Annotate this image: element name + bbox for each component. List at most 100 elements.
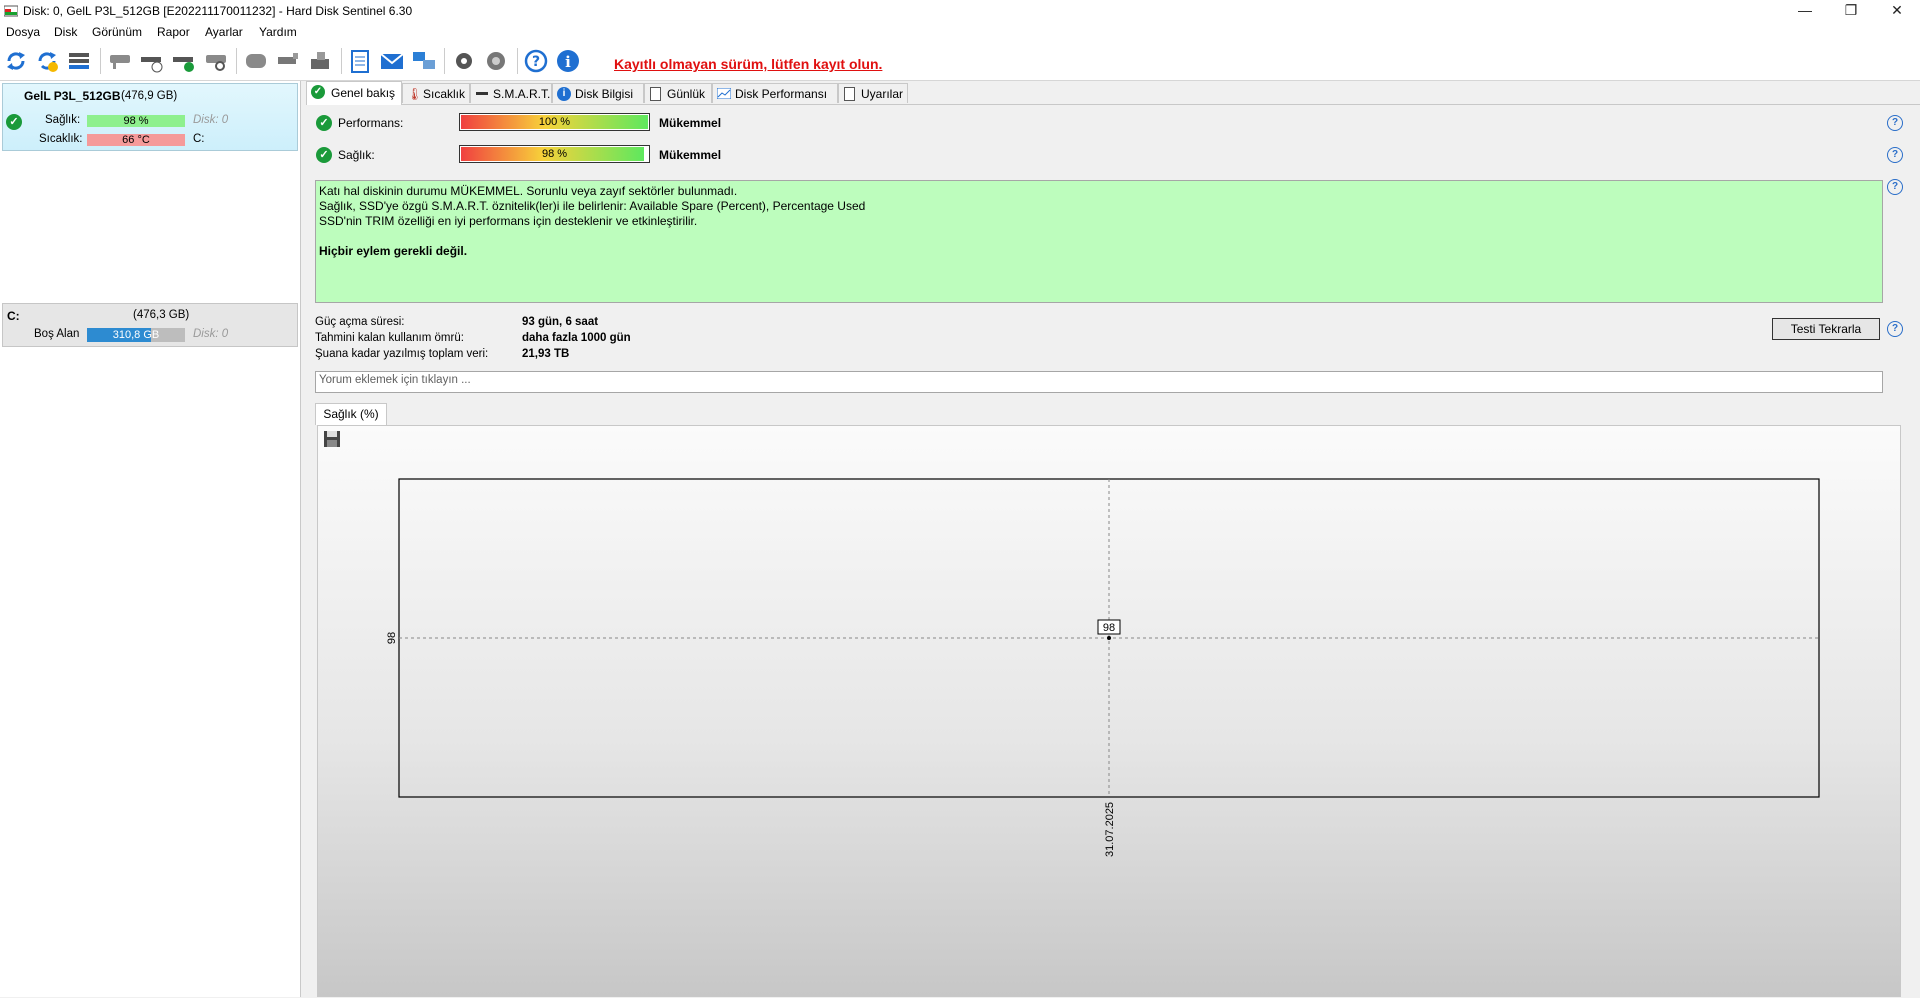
data-label: 98 (1103, 622, 1115, 634)
lifetime-value: daha fazla 1000 gün (522, 332, 631, 344)
disk-health-bar: 98 % (87, 115, 185, 127)
tab-bar: ✓ Genel bakış 🌡 Sıcaklık S.M.A.R.T. i Di… (306, 81, 1920, 105)
performance-label: Performans: (338, 116, 404, 130)
tab-log-label: Günlük (667, 87, 706, 101)
menu-file[interactable]: Dosya (6, 25, 40, 39)
performance-chart-icon (717, 88, 731, 99)
volume-size: (476,3 GB) (133, 309, 190, 321)
volume-disk-number: Disk: 0 (193, 328, 229, 340)
retest-help-icon[interactable]: ? (1887, 321, 1903, 337)
written-label: Şuana kadar yazılmış toplam veri: (315, 348, 489, 360)
smart-icon (476, 92, 488, 95)
toolbar: ? i Kayıtlı olmayan sürüm, lütfen kayıt … (0, 42, 1920, 81)
comment-input[interactable]: Yorum eklemek için tıklayın ... (315, 371, 1883, 393)
main-panel: ✓ Genel bakış 🌡 Sıcaklık S.M.A.R.T. i Di… (306, 81, 1920, 997)
free-space-label: Boş Alan (34, 328, 80, 340)
menu-view[interactable]: Görünüm (92, 25, 142, 39)
disk-health-label: Sağlık: (45, 114, 81, 126)
disk-card[interactable]: GelL P3L_512GB (476,9 GB) ✓ Sağlık: 98 %… (2, 83, 298, 151)
toolbar-separator (341, 48, 342, 74)
health-value: 98 % (541, 148, 568, 160)
refresh-all-icon[interactable] (34, 48, 60, 74)
disk-clock-icon[interactable] (139, 48, 165, 74)
close-button[interactable]: ✕ (1874, 0, 1920, 22)
refresh-icon[interactable] (3, 48, 29, 74)
disk-check-icon[interactable] (171, 48, 197, 74)
toolbar-separator (236, 48, 237, 74)
health-rating: Mükemmel (659, 148, 722, 162)
menu-help[interactable]: Yardım (259, 25, 297, 39)
tab-disk-performance[interactable]: Disk Performansı (712, 83, 838, 103)
status-summary: Katı hal diskinin durumu MÜKEMMEL. Sorun… (315, 180, 1883, 303)
performance-bar: 100 % (459, 113, 650, 131)
tab-temperature[interactable]: 🌡 Sıcaklık (402, 83, 470, 103)
menu-disk[interactable]: Disk (54, 25, 77, 39)
info-icon[interactable]: i (555, 48, 581, 74)
y-tick-label: 98 (386, 632, 398, 644)
performance-ok-icon: ✓ (316, 115, 332, 131)
toolbar-separator (517, 48, 518, 74)
summary-action: Hiçbir eylem gerekli değil. (319, 244, 468, 258)
power-on-label: Güç açma süresi: (315, 316, 405, 328)
lifetime-label: Tahmini kalan kullanım ömrü: (315, 332, 464, 344)
email-icon[interactable] (379, 48, 405, 74)
tab-overview-label: Genel bakış (331, 86, 396, 100)
maximize-button[interactable]: ❐ (1828, 0, 1874, 22)
disk-name: GelL P3L_512GB (24, 89, 121, 103)
performance-value: 100 % (538, 116, 571, 128)
overview-check-icon: ✓ (311, 85, 325, 99)
tools-icon[interactable] (275, 48, 301, 74)
data-point (1107, 636, 1111, 640)
app-icon (4, 5, 18, 17)
help-icon[interactable]: ? (523, 48, 549, 74)
register-link[interactable]: Kayıtlı olmayan sürüm, lütfen kayıt olun… (614, 56, 882, 72)
tab-health-chart[interactable]: Sağlık (%) (315, 403, 387, 425)
disk-size: (476,9 GB) (121, 90, 178, 102)
report-icon[interactable] (347, 48, 373, 74)
menu-settings[interactable]: Ayarlar (205, 25, 243, 39)
disk-list-icon[interactable] (66, 48, 92, 74)
settings-icon[interactable] (451, 48, 477, 74)
health-ok-icon: ✓ (6, 114, 22, 130)
health-ok-icon: ✓ (316, 147, 332, 163)
tab-overview[interactable]: ✓ Genel bakış (306, 81, 402, 105)
tab-disk-info[interactable]: i Disk Bilgisi (552, 83, 644, 103)
summary-line: Sağlık, SSD'ye özgü S.M.A.R.T. öznitelik… (319, 199, 866, 213)
network-icon[interactable] (411, 48, 437, 74)
summary-help-icon[interactable]: ? (1887, 179, 1903, 195)
tab-alerts-label: Uyarılar (861, 87, 904, 101)
menu-bar: Dosya Disk Görünüm Rapor Ayarlar Yardım (0, 22, 1920, 42)
svg-text:i: i (565, 53, 571, 71)
tab-disk-performance-label: Disk Performansı (735, 87, 828, 101)
health-chart: 31.07.2025 98 98 (386, 478, 1820, 857)
menu-report[interactable]: Rapor (157, 25, 190, 39)
health-help-icon[interactable]: ? (1887, 147, 1903, 163)
volume-letter: C: (7, 309, 20, 323)
volume-card[interactable]: C: (476,3 GB) Boş Alan 310,8 GB Disk: 0 (2, 303, 298, 347)
alerts-icon (844, 87, 855, 101)
disk-temp-label: Sıcaklık: (39, 133, 83, 145)
log-icon (650, 87, 661, 101)
hardware-icon[interactable] (307, 48, 333, 74)
power-on-value: 93 gün, 6 saat (522, 316, 599, 328)
tab-log[interactable]: Günlük (644, 83, 712, 103)
alert-sound-icon[interactable] (483, 48, 509, 74)
disk-search-icon[interactable] (203, 48, 229, 74)
retest-button[interactable]: Testi Tekrarla (1772, 318, 1880, 340)
disk-gray-icon[interactable] (107, 48, 133, 74)
toolbar-separator (100, 48, 101, 74)
summary-line: Katı hal diskinin durumu MÜKEMMEL. Sorun… (319, 184, 738, 198)
tab-smart-label: S.M.A.R.T. (493, 87, 551, 101)
svg-text:?: ? (532, 54, 540, 70)
title-bar: Disk: 0, GelL P3L_512GB [E20221117001123… (0, 0, 1920, 22)
performance-help-icon[interactable]: ? (1887, 115, 1903, 131)
disk-number: Disk: 0 (193, 114, 229, 126)
summary-line: SSD'nin TRIM özelliği en iyi performans … (319, 214, 698, 228)
minimize-button[interactable]: — (1782, 0, 1828, 22)
tab-alerts[interactable]: Uyarılar (838, 83, 908, 103)
thermometer-icon: 🌡 (407, 87, 423, 101)
tab-smart[interactable]: S.M.A.R.T. (470, 83, 552, 103)
free-space-track: 310,8 GB (87, 328, 185, 342)
drive-icon[interactable] (243, 48, 269, 74)
health-label: Sağlık: (338, 148, 375, 162)
